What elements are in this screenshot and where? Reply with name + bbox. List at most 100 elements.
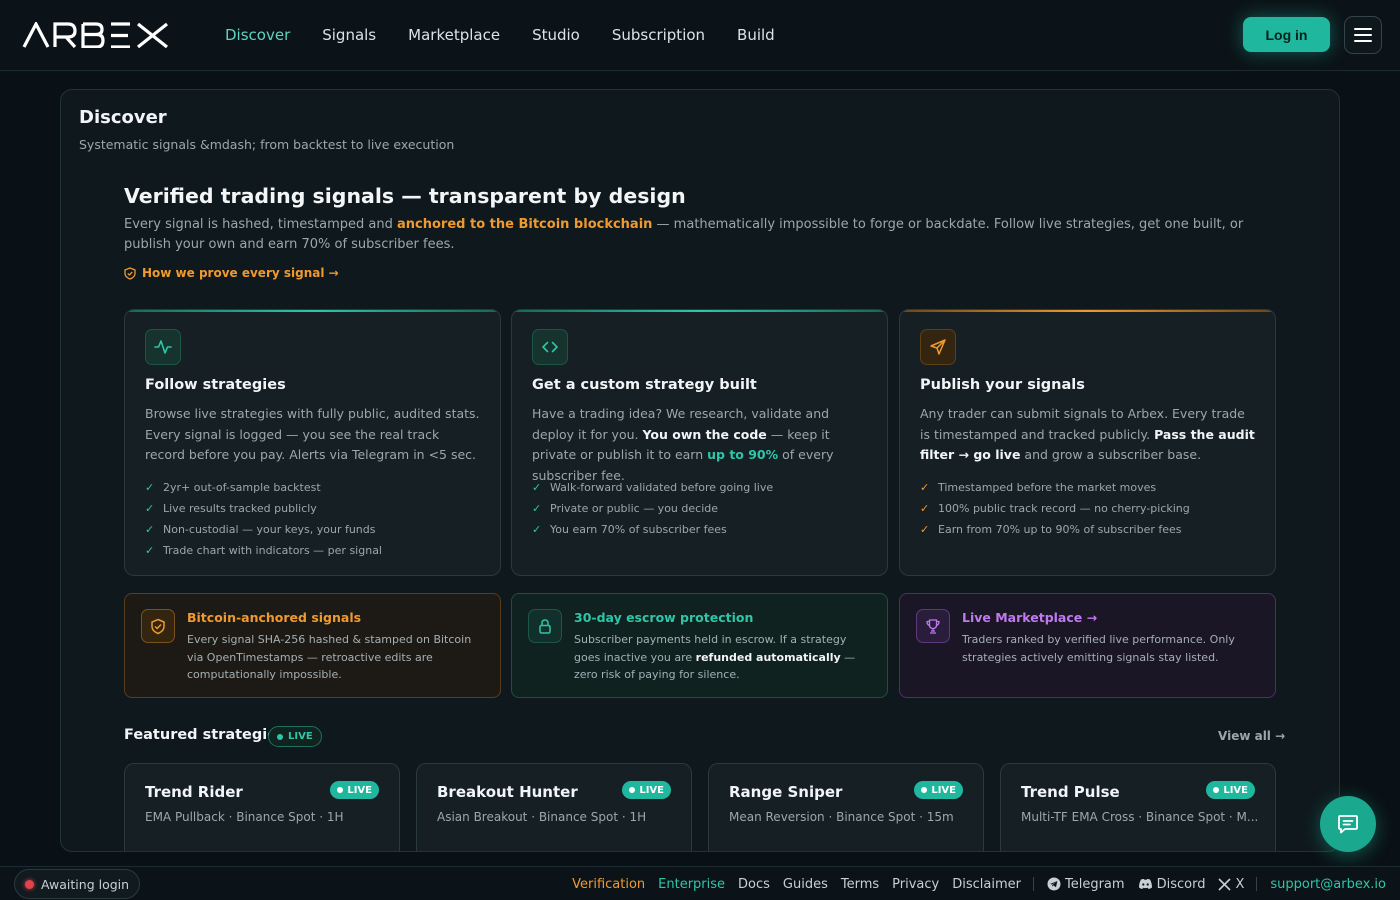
top-navbar: Discover Signals Marketplace Studio Subs… [0,0,1400,71]
live-dot-icon [337,787,344,793]
footer-link-verification[interactable]: Verification [572,877,645,892]
chat-button[interactable] [1320,796,1376,852]
footer-link-docs[interactable]: Docs [738,877,770,892]
check-icon: ✓ [920,481,930,494]
strategy-name: Range Sniper [729,783,843,801]
strategy-card[interactable]: Trend Rider LIVE EMA Pullback · Binance … [124,763,400,851]
info-description: Every signal SHA-256 hashed & stamped on… [187,633,472,681]
list-item: ✓ You earn 70% of subscriber fees [532,523,727,536]
nav-discover[interactable]: Discover [225,26,290,44]
page-title: Discover [79,107,167,128]
list-item: ✓ Timestamped before the market moves [920,481,1157,494]
footer-link-telegram[interactable]: Telegram [1047,877,1125,892]
telegram-icon [1047,877,1061,891]
strategy-name: Breakout Hunter [437,783,578,801]
x-icon [1218,877,1232,891]
strategy-meta: Mean Reversion · Binance Spot · 15m [729,810,954,824]
footer-link-privacy[interactable]: Privacy [892,877,939,892]
discover-panel: Discover Systematic signals &mdash; from… [60,89,1340,852]
list-item: ✓ Non-custodial — your keys, your funds [145,523,376,536]
check-icon: ✓ [920,502,930,515]
list-item: ✓ 2yr+ out-of-sample backtest [145,481,321,494]
feature-list: ✓ 2yr+ out-of-sample backtest ✓ Live resul… [145,477,382,561]
send-paper-plane-icon [920,329,956,365]
login-status: Awaiting login [14,869,141,899]
status-dot-icon [25,879,34,889]
feature-card-follow[interactable]: Follow strategies Browse live strategies… [124,309,501,576]
live-badge: LIVE [622,781,671,799]
strategy-meta: Multi-TF EMA Cross · Binance Spot · M... [1021,810,1259,824]
feature-list: ✓ Walk-forward validated before going liv… [532,477,773,540]
activity-pulse-icon [145,329,181,365]
feature-description: Any trader can submit signals to Arbex. … [920,406,1255,462]
footer-link-disclaimer[interactable]: Disclaimer [952,877,1021,892]
footer-link-guides[interactable]: Guides [783,877,828,892]
discord-icon [1138,878,1152,889]
view-all-link[interactable]: View all → [1218,729,1285,743]
list-item: ✓ Earn from 70% up to 90% of subscriber f… [920,523,1182,536]
strategy-card[interactable]: Trend Pulse LIVE Multi-TF EMA Cross · Bi… [1000,763,1276,851]
check-icon: ✓ [145,523,155,536]
main-nav: Discover Signals Marketplace Studio Subs… [225,0,807,70]
live-badge: LIVE [268,726,322,747]
info-description: Traders ranked by verified live performa… [962,633,1235,664]
info-description: Subscriber payments held in escrow. If a… [574,633,856,681]
feature-list: ✓ Timestamped before the market moves ✓ 10… [920,477,1190,540]
footer-link-x[interactable]: X [1218,877,1244,892]
strategy-name: Trend Rider [145,783,243,801]
strategy-card[interactable]: Breakout Hunter LIVE Asian Breakout · Bi… [416,763,692,851]
strategy-name: Trend Pulse [1021,783,1120,801]
chat-bubble-icon [1338,815,1358,834]
feature-description: Have a trading idea? We research, valida… [532,406,834,483]
strategy-meta: Asian Breakout · Binance Spot · 1H [437,810,647,824]
list-item: ✓ Walk-forward validated before going liv… [532,481,774,494]
nav-subscription[interactable]: Subscription [612,26,705,44]
nav-signals[interactable]: Signals [322,26,376,44]
info-card-marketplace[interactable]: Live Marketplace → Traders ranked by ver… [899,593,1276,698]
info-card-bitcoin: Bitcoin-anchored signals Every signal SH… [124,593,501,698]
hero-highlight: anchored to the Bitcoin blockchain [397,217,653,232]
strategy-card[interactable]: Range Sniper LIVE Mean Reversion · Binan… [708,763,984,851]
footer-link-discord[interactable]: Discord [1138,877,1205,892]
footer-email-link[interactable]: support@arbex.io [1270,877,1386,892]
prove-signal-link[interactable]: How we prove every signal → [124,266,339,280]
hero-title: Verified trading signals — transparent b… [124,184,686,208]
feature-title: Publish your signals [920,377,1085,393]
list-item: ✓ 100% public track record — no cherry-pi… [920,502,1190,515]
arbex-logo[interactable] [22,22,170,48]
feature-title: Get a custom strategy built [532,377,757,393]
check-icon: ✓ [532,502,542,515]
feature-description: Browse live strategies with fully public… [145,406,480,462]
code-brackets-icon [532,329,568,365]
hero-description: Every signal is hashed, timestamped and … [124,217,1244,252]
shield-check-icon [141,609,175,643]
lock-icon [528,609,562,643]
live-dot-icon [1213,787,1220,793]
list-item: ✓ Trade chart with indicators — per signa… [145,544,382,557]
check-icon: ✓ [145,502,155,515]
shield-check-icon [124,266,136,280]
live-badge: LIVE [330,781,379,799]
check-icon: ✓ [920,523,930,536]
nav-studio[interactable]: Studio [532,26,580,44]
live-dot-icon [921,787,928,793]
footer-link-enterprise[interactable]: Enterprise [658,877,725,892]
check-icon: ✓ [532,481,542,494]
check-icon: ✓ [145,481,155,494]
trophy-icon [916,609,950,643]
feature-card-custom[interactable]: Get a custom strategy built Have a tradi… [511,309,888,576]
footer-link-terms[interactable]: Terms [841,877,879,892]
strategy-meta: EMA Pullback · Binance Spot · 1H [145,810,344,824]
list-item: ✓ Live results tracked publicly [145,502,317,515]
hamburger-menu-button[interactable] [1344,16,1382,54]
live-dot-icon [629,787,636,793]
feature-card-publish[interactable]: Publish your signals Any trader can subm… [899,309,1276,576]
check-icon: ✓ [532,523,542,536]
divider [1033,877,1034,891]
live-badge: LIVE [1206,781,1255,799]
nav-marketplace[interactable]: Marketplace [408,26,500,44]
nav-build[interactable]: Build [737,26,775,44]
login-button[interactable]: Log in [1243,17,1330,52]
info-title: Live Marketplace → [962,610,1098,625]
feature-title: Follow strategies [145,377,286,393]
